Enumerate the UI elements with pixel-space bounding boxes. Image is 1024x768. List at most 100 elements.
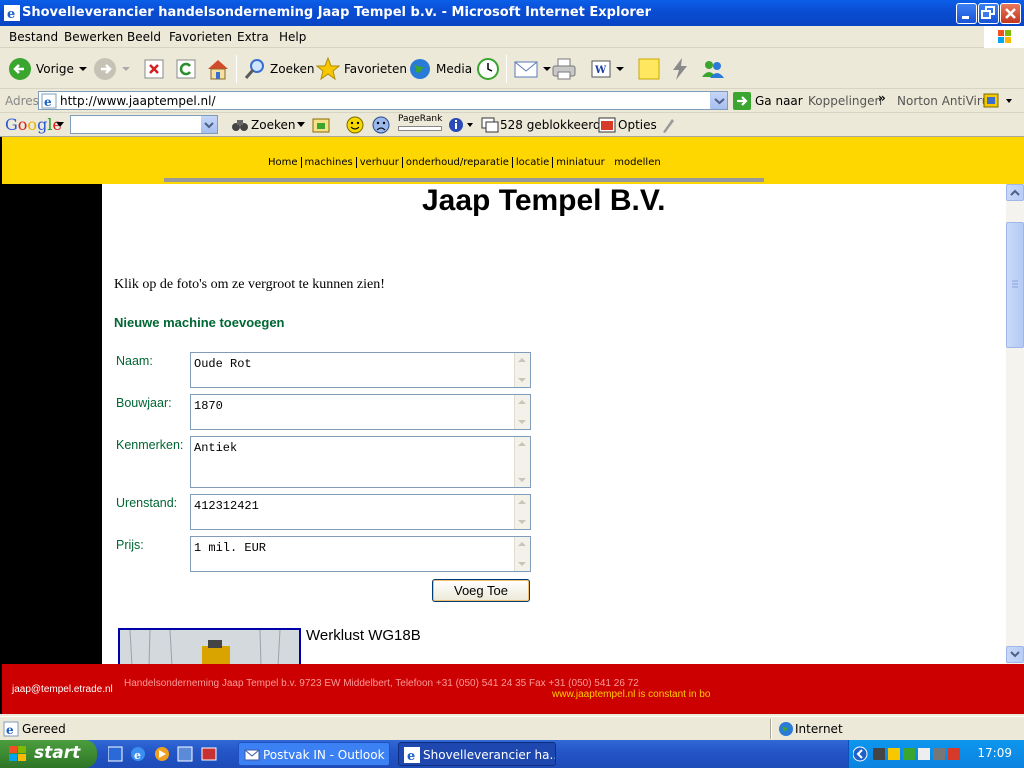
refresh-icon	[176, 59, 196, 79]
smiley-happy-icon[interactable]	[346, 116, 364, 134]
chevron-down-icon[interactable]	[297, 122, 305, 128]
norton-shield-icon[interactable]	[983, 92, 1013, 110]
chevron-down-icon[interactable]	[56, 122, 64, 128]
taskbar-item-outlook[interactable]: Postvak IN - Outlook ...	[238, 742, 390, 766]
stop-button[interactable]	[143, 54, 165, 84]
quick-launch[interactable]: e	[108, 746, 228, 762]
machine-name[interactable]: Werklust WG18B	[306, 627, 421, 644]
notes-button[interactable]	[637, 54, 661, 84]
print-button[interactable]	[551, 54, 577, 84]
popups-blocked-count[interactable]: 528 geblokkeerd	[500, 118, 601, 132]
scroll-up-button[interactable]	[1006, 184, 1024, 201]
history-button[interactable]	[474, 54, 500, 84]
tray-icons[interactable]	[853, 745, 963, 763]
edit-button[interactable]: W	[590, 54, 624, 84]
prijs-field[interactable]: 1 mil. EUR	[190, 536, 531, 572]
search-button[interactable]: Zoeken	[244, 54, 314, 84]
google-toolbar: Google Zoeken PageRank 528 geblokkeerd O…	[0, 113, 1024, 137]
menu-beeld[interactable]: Beeld	[127, 30, 161, 44]
google-search-dropdown[interactable]	[201, 116, 217, 133]
standard-toolbar: Vorige Zoeken Favorieten Media W	[0, 49, 1024, 89]
highlighter-icon[interactable]	[660, 116, 676, 134]
field-scrollbar[interactable]	[514, 495, 530, 529]
svg-text:e: e	[407, 749, 415, 763]
links-toolbar[interactable]: Koppelingen	[808, 94, 882, 108]
address-input[interactable]: e http://www.jaaptempel.nl/	[38, 91, 728, 110]
start-label: start	[34, 743, 81, 763]
address-dropdown[interactable]	[710, 92, 727, 109]
google-search-input[interactable]	[70, 115, 218, 134]
nav-locatie[interactable]: locatie	[516, 157, 549, 168]
start-button[interactable]: start	[0, 740, 97, 768]
popup-blocker-icon	[481, 117, 499, 133]
google-logo[interactable]: Google	[5, 115, 62, 134]
forward-button[interactable]	[93, 54, 131, 84]
menu-favorieten[interactable]: Favorieten	[169, 30, 232, 44]
kenmerken-label: Kenmerken:	[116, 438, 184, 452]
menu-bar: Bestand Bewerken Beeld Favorieten Extra …	[0, 26, 1024, 48]
norton-antivirus[interactable]: Norton AntiVirus	[897, 94, 996, 108]
menu-bewerken[interactable]: Bewerken	[64, 30, 123, 44]
stop-icon	[144, 59, 164, 79]
field-scrollbar[interactable]	[514, 353, 530, 387]
smiley-sad-icon[interactable]	[372, 116, 390, 134]
status-text: Gereed	[22, 722, 66, 736]
scroll-down-icon	[518, 420, 526, 424]
menu-extra[interactable]: Extra	[237, 30, 269, 44]
nav-onderhoud[interactable]: onderhoud/reparatie	[406, 157, 509, 168]
home-button[interactable]	[206, 54, 230, 84]
page-scrollbar[interactable]	[1006, 184, 1024, 664]
mail-button[interactable]	[513, 54, 551, 84]
nav-modellen[interactable]: modellen	[614, 157, 660, 168]
machine-photo[interactable]	[118, 628, 301, 664]
minimize-button[interactable]	[956, 3, 977, 24]
info-icon[interactable]	[448, 116, 474, 134]
chevron-down-icon	[1010, 651, 1020, 658]
home-icon	[208, 60, 228, 80]
back-button[interactable]: Vorige	[8, 54, 88, 84]
site-search-icon[interactable]	[312, 116, 330, 134]
menu-bestand[interactable]: Bestand	[9, 30, 58, 44]
messenger-bolt-button[interactable]	[668, 54, 692, 84]
taskbar-item-ie[interactable]: e Shovelleverancier ha...	[398, 742, 556, 766]
messenger-people-icon	[702, 61, 724, 78]
restore-button[interactable]	[978, 3, 999, 24]
forward-arrow-icon	[94, 58, 116, 80]
field-scrollbar[interactable]	[514, 537, 530, 571]
kenmerken-field[interactable]: Antiek	[190, 436, 531, 488]
intro-text: Klik op de foto's om ze vergroot te kunn…	[114, 277, 385, 292]
messenger-button[interactable]	[700, 54, 726, 84]
favorites-button[interactable]: Favorieten	[316, 54, 407, 84]
add-machine-button[interactable]: Voeg Toe	[432, 579, 530, 602]
nav-miniatuur[interactable]: miniatuur	[556, 157, 604, 168]
chevron-down-icon	[616, 67, 624, 71]
scroll-thumb[interactable]	[1006, 222, 1024, 348]
menu-help[interactable]: Help	[279, 30, 306, 44]
refresh-button[interactable]	[175, 54, 197, 84]
nav-home[interactable]: Home	[268, 157, 298, 168]
pagerank-bar	[398, 126, 442, 131]
nav-verhuur[interactable]: verhuur	[360, 157, 399, 168]
pagerank-label: PageRank	[398, 114, 443, 124]
address-bar: Adres e http://www.jaaptempel.nl/ Ga naa…	[0, 89, 1024, 113]
nav-machines[interactable]: machines	[305, 157, 353, 168]
close-button[interactable]	[1000, 3, 1021, 24]
restore-icon	[981, 6, 995, 19]
urenstand-field[interactable]: 412312421	[190, 494, 531, 530]
chevron-right-icon[interactable]: »	[878, 91, 886, 105]
name-field[interactable]: Oude Rot	[190, 352, 531, 388]
media-button[interactable]: Media	[408, 54, 472, 84]
scroll-down-icon	[518, 378, 526, 382]
main-content: Jaap Tempel B.V. Klik op de foto's om ze…	[102, 184, 1006, 664]
chevron-down-icon	[714, 98, 725, 105]
outlook-icon	[244, 749, 260, 761]
edit-document-icon: W	[591, 60, 611, 78]
scroll-down-button[interactable]	[1006, 646, 1024, 663]
go-button[interactable]: Ga naar	[733, 92, 803, 110]
field-scrollbar[interactable]	[514, 437, 530, 487]
footer-email-link[interactable]: jaap@tempel.etrade.nl	[12, 684, 113, 695]
field-scrollbar[interactable]	[514, 395, 530, 429]
options-button[interactable]: Opties	[618, 118, 657, 132]
google-search-button[interactable]: Zoeken	[251, 118, 295, 132]
bouwjaar-field[interactable]: 1870	[190, 394, 531, 430]
